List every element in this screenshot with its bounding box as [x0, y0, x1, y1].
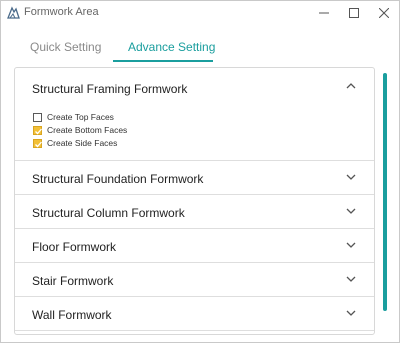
option-label: Create Side Faces [47, 138, 118, 148]
tab-advance-setting[interactable]: Advance Setting [128, 40, 215, 54]
option-create-top-faces[interactable]: Create Top Faces [33, 111, 374, 123]
section-title: Wall Formwork [32, 308, 112, 322]
tab-quick-setting[interactable]: Quick Setting [30, 40, 101, 54]
section-header-wall[interactable]: Wall Formwork [15, 297, 374, 330]
settings-panel: Structural Framing Formwork Create Top F… [14, 67, 375, 335]
section-title: Structural Column Formwork [32, 206, 185, 220]
checkmark-icon [35, 141, 42, 147]
section-header-structural-column[interactable]: Structural Column Formwork [15, 195, 374, 228]
checkmark-icon [35, 128, 42, 134]
section-structural-foundation: Structural Foundation Formwork [15, 161, 374, 195]
section-header-structural-framing[interactable]: Structural Framing Formwork [15, 68, 374, 105]
section-header-floor[interactable]: Floor Formwork [15, 229, 374, 262]
maximize-button[interactable] [339, 1, 369, 25]
chevron-down-icon [346, 174, 356, 180]
maximize-icon [349, 8, 359, 18]
active-tab-indicator [113, 60, 213, 62]
scrollbar-thumb[interactable] [383, 73, 387, 311]
option-label: Create Top Faces [47, 112, 114, 122]
tab-bar: Quick Setting Advance Setting [1, 31, 399, 62]
chevron-down-icon [346, 208, 356, 214]
chevron-down-icon [346, 276, 356, 282]
option-label: Create Bottom Faces [47, 125, 128, 135]
app-logo-icon [7, 6, 20, 19]
section-title: Structural Framing Formwork [32, 82, 188, 96]
framing-options: Create Top Faces Create Bottom Faces Cre… [15, 105, 374, 160]
section-structural-framing: Structural Framing Formwork Create Top F… [15, 68, 374, 161]
checkbox-checked[interactable] [33, 138, 42, 148]
option-create-bottom-faces[interactable]: Create Bottom Faces [33, 124, 374, 136]
section-wall: Wall Formwork [15, 297, 374, 331]
minimize-button[interactable] [309, 1, 339, 25]
checkbox-checked[interactable] [33, 125, 42, 135]
chevron-down-icon [346, 242, 356, 248]
checkbox-unchecked[interactable] [33, 112, 42, 122]
section-structural-column: Structural Column Formwork [15, 195, 374, 229]
section-title: Floor Formwork [32, 240, 117, 254]
section-floor: Floor Formwork [15, 229, 374, 263]
close-button[interactable] [369, 1, 399, 25]
formwork-area-window: Formwork Area Quick Setting Advance Sett… [0, 0, 400, 343]
minimize-icon [319, 12, 329, 14]
section-stair: Stair Formwork [15, 263, 374, 297]
title-bar: Formwork Area [1, 1, 399, 25]
option-create-side-faces[interactable]: Create Side Faces [33, 137, 374, 149]
section-header-structural-foundation[interactable]: Structural Foundation Formwork [15, 161, 374, 194]
section-header-stair[interactable]: Stair Formwork [15, 263, 374, 296]
window-title: Formwork Area [24, 6, 99, 18]
section-title: Structural Foundation Formwork [32, 172, 204, 186]
chevron-up-icon [346, 83, 356, 89]
close-icon [379, 8, 389, 18]
section-title: Stair Formwork [32, 274, 114, 288]
chevron-down-icon [346, 310, 356, 316]
